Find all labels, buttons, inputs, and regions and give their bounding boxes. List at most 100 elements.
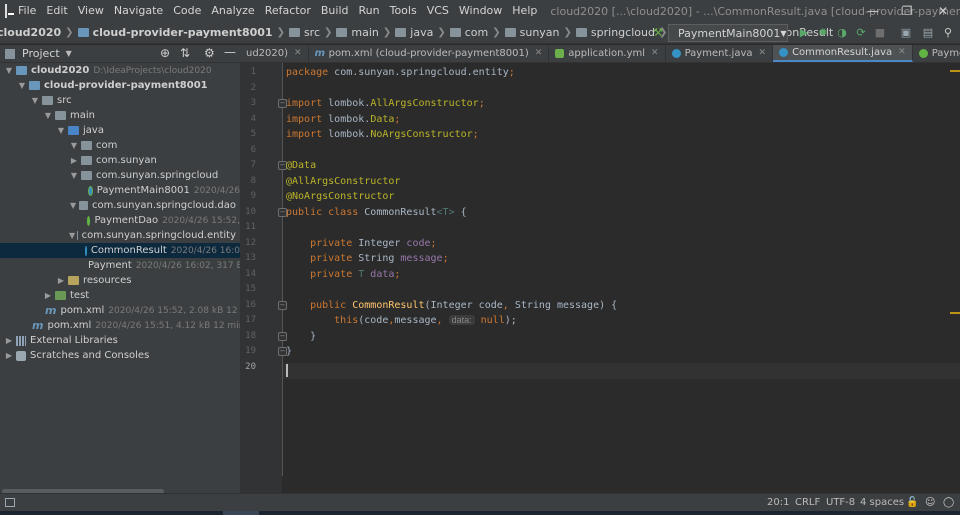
expand-right-icon[interactable]: ▶ [4, 336, 14, 345]
expand-down-icon[interactable]: ▼ [4, 66, 14, 75]
tree-item[interactable]: PaymentDao 2020/4/26 15:52, [0, 213, 240, 228]
tree-item[interactable]: PaymentMain8001 2020/4/26 [0, 183, 240, 198]
tree-item[interactable]: CommonResult 2020/4/26 16:0 [0, 243, 240, 258]
chevron-right-icon: ❯ [382, 27, 392, 38]
expand-right-icon[interactable]: ▶ [56, 276, 66, 285]
restore-icon[interactable]: ❐ [890, 0, 924, 22]
breadcrumb-item[interactable]: cloud-provider-payment8001 ❯ [77, 26, 289, 39]
gear-icon[interactable]: ⚙ [204, 46, 215, 60]
code-token: ; [478, 98, 485, 109]
close-tab-icon[interactable]: ✕ [898, 47, 906, 57]
breadcrumb-item[interactable]: cloud2020 ❯ [0, 26, 78, 39]
menu-help[interactable]: Help [507, 0, 542, 22]
inspector-icon[interactable]: ☺ [925, 497, 935, 508]
expand-down-icon[interactable]: ▼ [43, 111, 53, 120]
menu-view[interactable]: View [73, 0, 109, 22]
breadcrumb-item[interactable]: main ❯ [336, 26, 395, 39]
expand-down-icon[interactable]: ▼ [56, 126, 66, 135]
close-tab-icon[interactable]: ✕ [759, 48, 767, 58]
code-line: import lombok.Data; [286, 112, 400, 128]
menu-edit[interactable]: Edit [41, 0, 72, 22]
event-log-icon[interactable]: ◯ [943, 497, 954, 508]
tree-item[interactable]: ▼ com.sunyan.springcloud.dao [0, 198, 240, 213]
tree-item[interactable]: ▶ Scratches and Consoles [0, 348, 240, 363]
tree-item[interactable]: ▼ com.sunyan.springcloud [0, 168, 240, 183]
expand-right-icon[interactable]: ▶ [43, 291, 53, 300]
file-encoding[interactable]: UTF-8 [826, 497, 855, 508]
error-stripe-mark[interactable] [950, 70, 960, 72]
lock-icon[interactable]: 🔓 [906, 497, 918, 508]
menu-analyze[interactable]: Analyze [206, 0, 259, 22]
tree-item[interactable]: ▼ java [0, 123, 240, 138]
tool-window-toggle-icon[interactable] [5, 498, 15, 507]
collapse-all-icon[interactable]: ⇅ [180, 46, 190, 60]
tree-item[interactable]: ▶ com.sunyan [0, 153, 240, 168]
error-stripe-mark[interactable] [950, 312, 960, 314]
expand-down-icon[interactable]: ▼ [69, 141, 79, 150]
editor-tab[interactable]: m pom.xml (cloud-provider-payment8001) ✕ [309, 45, 550, 62]
menu-build[interactable]: Build [316, 0, 354, 22]
close-window-icon[interactable]: ✕ [926, 0, 960, 22]
tree-item[interactable]: ▼ cloud-provider-payment8001 [0, 78, 240, 93]
tree-item[interactable]: ▶ resources [0, 273, 240, 288]
editor-tab[interactable]: PaymentDao.java✕ [913, 45, 960, 62]
code-token: message [400, 253, 443, 264]
tree-item[interactable]: Payment 2020/4/26 16:02, 317 B [0, 258, 240, 273]
expand-right-icon[interactable]: ▶ [4, 351, 14, 360]
hide-panel-icon[interactable]: — [224, 45, 236, 59]
tree-item-meta: 2020/4/26 15:51, 4.12 kB 12 minutes ago [95, 320, 240, 331]
expand-down-icon[interactable]: ▼ [69, 171, 79, 180]
menu-run[interactable]: Run [354, 0, 385, 22]
breadcrumb-item[interactable]: com ❯ [449, 26, 505, 39]
stop-icon[interactable]: ■ [872, 25, 888, 41]
breadcrumb-item[interactable]: sunyan ❯ [504, 26, 576, 39]
expand-down-icon[interactable]: ▼ [69, 201, 77, 210]
menu-navigate[interactable]: Navigate [109, 0, 168, 22]
close-tab-icon[interactable]: ✕ [535, 48, 543, 58]
debug-icon[interactable]: ✹ [815, 25, 831, 41]
breadcrumb-item[interactable]: src ❯ [288, 26, 336, 39]
caret-position[interactable]: 20:1 [767, 497, 789, 508]
expand-right-icon[interactable]: ▶ [69, 156, 79, 165]
expand-down-icon[interactable]: ▼ [17, 81, 27, 90]
menu-refactor[interactable]: Refactor [260, 0, 316, 22]
tree-item[interactable]: ▼ com [0, 138, 240, 153]
editor-tab[interactable]: application.yml ✕ [549, 45, 666, 62]
menu-file[interactable]: File [13, 0, 41, 22]
tree-item[interactable]: ▶ test [0, 288, 240, 303]
run-configuration-select[interactable]: PaymentMain8001 ▼ [668, 24, 788, 42]
menu-window[interactable]: Window [454, 0, 507, 22]
editor-tab[interactable]: Payment.java ✕ [666, 45, 774, 62]
project-panel-title[interactable]: Project [22, 47, 60, 60]
run-icon[interactable]: ▶ [796, 25, 812, 41]
indent-setting[interactable]: 4 spaces [860, 497, 904, 508]
tree-item[interactable]: mpom.xml2020/4/26 15:51, 4.12 kB 12 minu… [0, 318, 240, 333]
profile-icon[interactable]: ⟳ [853, 25, 869, 41]
menu-vcs[interactable]: VCS [422, 0, 454, 22]
tree-item[interactable]: mpom.xml2020/4/26 15:52, 2.08 kB 12 minu… [0, 303, 240, 318]
tree-item[interactable]: ▼ cloud2020 D:\IdeaProjects\cloud2020 [0, 63, 240, 78]
tree-item[interactable]: ▼ src [0, 93, 240, 108]
close-tab-icon[interactable]: ✕ [294, 48, 302, 58]
locate-file-icon[interactable]: ⊕ [160, 46, 170, 60]
editor-tab[interactable]: CommonResult.java ✕ [773, 45, 913, 62]
editor-tab[interactable]: ud2020) ✕ [240, 45, 309, 62]
terminal-icon[interactable]: ▤ [920, 25, 936, 41]
chevron-down-icon[interactable]: ▼ [66, 49, 72, 58]
expand-down-icon[interactable]: ▼ [30, 96, 40, 105]
project-structure-icon[interactable]: ▣ [898, 25, 914, 41]
build-hammer-icon[interactable]: ⚒ [650, 25, 666, 41]
minimize-icon[interactable]: — [856, 0, 890, 22]
tree-item[interactable]: ▶ External Libraries [0, 333, 240, 348]
expand-down-icon[interactable]: ▼ [69, 231, 75, 240]
line-separator[interactable]: CRLF [795, 497, 820, 508]
menu-tools[interactable]: Tools [385, 0, 422, 22]
breadcrumb-item[interactable]: java ❯ [395, 26, 449, 39]
tree-item[interactable]: ▼ main [0, 108, 240, 123]
close-tab-icon[interactable]: ✕ [651, 48, 659, 58]
code-token: <T> [436, 206, 455, 218]
tree-item[interactable]: ▼ com.sunyan.springcloud.entity [0, 228, 240, 243]
coverage-icon[interactable]: ◑ [834, 25, 850, 41]
search-icon[interactable]: ⚲ [940, 25, 956, 41]
menu-code[interactable]: Code [168, 0, 206, 22]
